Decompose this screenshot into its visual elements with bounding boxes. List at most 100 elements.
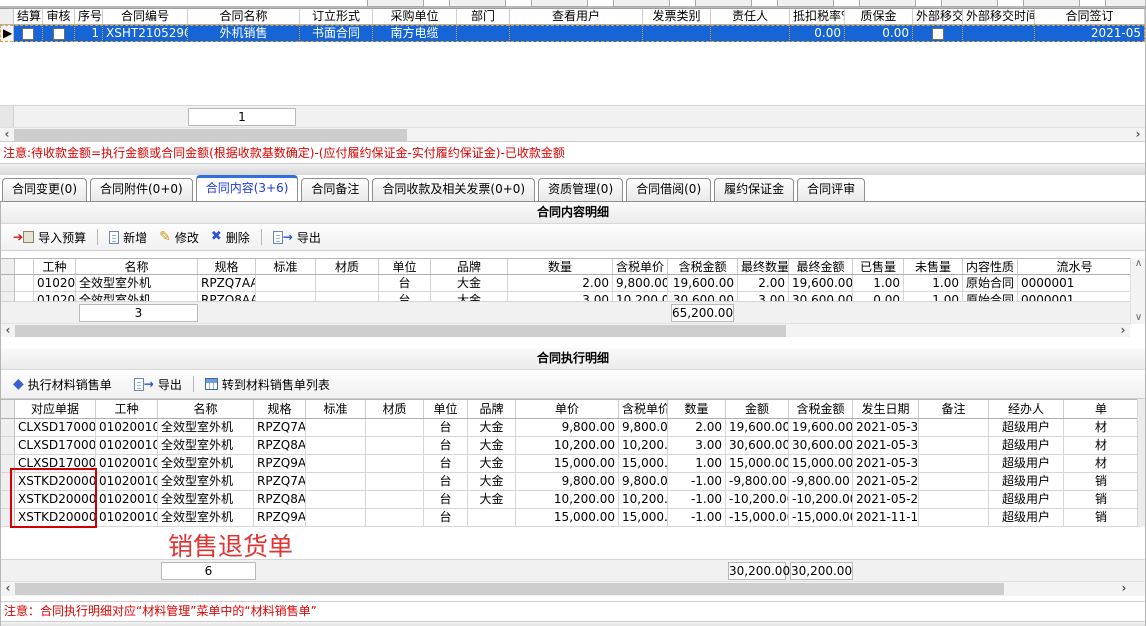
cell[interactable]: -9,800.00 <box>726 473 789 491</box>
cell-invoice-type[interactable] <box>643 25 711 42</box>
col-header[interactable]: 品牌 <box>468 400 516 418</box>
cell[interactable]: 10,200.00 <box>619 491 668 509</box>
cell[interactable]: 15,000.00 <box>516 509 619 527</box>
col-header[interactable]: 未售量 <box>904 259 963 274</box>
col-header[interactable]: 含税单价 <box>619 400 668 418</box>
cell[interactable]: 9,800.00 <box>613 275 668 292</box>
cell[interactable]: 19,600.00 <box>789 419 853 437</box>
cell[interactable]: 材 <box>1064 419 1139 437</box>
cell[interactable]: 台 <box>424 419 468 437</box>
col-header[interactable]: 外部移交 <box>913 9 963 24</box>
cell[interactable]: 大金 <box>468 473 516 491</box>
cell[interactable]: CLXSD170000010 <box>15 419 96 437</box>
scroll-thumb[interactable] <box>15 583 1004 595</box>
table-row[interactable]: CLXSD1700000100102001017全效型室外机RPZQ7AAY台大… <box>1 419 1145 437</box>
col-header[interactable]: 已售量 <box>853 259 904 274</box>
col-header[interactable]: 材质 <box>366 400 424 418</box>
cell-contract-name[interactable]: 外机销售 <box>188 25 300 42</box>
cell[interactable] <box>919 437 989 455</box>
cell[interactable] <box>919 419 989 437</box>
tab-contract-content[interactable]: 合同内容(3+6) <box>196 175 299 201</box>
col-header[interactable]: 经办人 <box>989 400 1064 418</box>
import-budget-button[interactable]: ➔ 导入预算 <box>7 227 92 248</box>
scroll-down-icon[interactable]: ∨ <box>1131 312 1146 324</box>
cell[interactable]: 大金 <box>468 437 516 455</box>
cell[interactable]: 全效型室外机 <box>158 437 254 455</box>
cell-viewer[interactable] <box>510 25 643 42</box>
col-header[interactable]: 最终金额 <box>789 259 853 274</box>
col-header[interactable]: 责任人 <box>711 9 790 24</box>
scroll-up-icon[interactable]: ∧ <box>1131 258 1146 270</box>
col-header[interactable]: 单价 <box>516 400 619 418</box>
cell[interactable]: RPZQ7AAY <box>254 419 306 437</box>
cell[interactable]: -1.00 <box>668 491 726 509</box>
cell[interactable]: 15,000.00 <box>516 455 619 473</box>
cell[interactable]: 1.00 <box>904 275 963 292</box>
cell[interactable]: 10,200.00 <box>619 437 668 455</box>
cell[interactable]: 材 <box>1064 455 1139 473</box>
col-header[interactable]: 单 <box>1064 400 1139 418</box>
col-header[interactable]: 流水号 <box>1018 259 1132 274</box>
cell[interactable] <box>316 275 379 292</box>
contract-h-scrollbar[interactable]: ‹ › <box>0 127 1145 141</box>
col-header[interactable]: 标准 <box>306 400 366 418</box>
cell[interactable]: 台 <box>379 275 431 292</box>
export-button[interactable]: → 导出 <box>267 227 327 248</box>
cell[interactable]: 9,800.00 <box>619 419 668 437</box>
col-header[interactable]: 名称 <box>76 259 198 274</box>
col-header[interactable]: 合同签订 <box>1035 9 1145 24</box>
tab-qualification[interactable]: 资质管理(0) <box>538 178 623 201</box>
col-header[interactable]: 合同名称 <box>188 9 300 24</box>
cell[interactable]: 台 <box>424 473 468 491</box>
cell[interactable] <box>366 473 424 491</box>
cell[interactable]: 15,000.00 <box>726 455 789 473</box>
cell[interactable]: 10,200.00 <box>613 292 668 301</box>
cell[interactable]: 0000001 <box>1018 292 1132 301</box>
cell[interactable]: 30,600.00 <box>789 437 853 455</box>
col-header[interactable]: 审核 <box>43 9 75 24</box>
settle-checkbox[interactable] <box>22 28 34 40</box>
col-header[interactable]: 发生日期 <box>853 400 919 418</box>
col-header[interactable]: 查看用户 <box>510 9 643 24</box>
cell[interactable]: 超级用户 <box>989 455 1064 473</box>
scroll-right-icon[interactable]: › <box>1116 324 1130 338</box>
cell-tax-deduct-rate[interactable]: 0.00 <box>790 25 845 42</box>
external-transfer-checkbox[interactable] <box>932 28 944 40</box>
cell[interactable]: RPZQ9AAY <box>254 455 306 473</box>
cell[interactable]: 19,600.00 <box>726 419 789 437</box>
edit-button[interactable]: ✎ 修改 <box>153 227 205 248</box>
cell[interactable]: -9,800.00 <box>789 473 853 491</box>
cell[interactable] <box>256 292 316 301</box>
cell-transfer-time[interactable] <box>963 25 1035 42</box>
scroll-thumb[interactable] <box>14 129 407 141</box>
cell[interactable]: 原始合同 <box>963 275 1018 292</box>
col-header[interactable]: 采购单位 <box>373 9 457 24</box>
tab-contract-borrow[interactable]: 合同借阅(0) <box>626 178 711 201</box>
cell[interactable] <box>366 455 424 473</box>
cell[interactable]: 大金 <box>431 275 508 292</box>
cell[interactable]: 0102001018 <box>96 437 158 455</box>
table-row[interactable]: XSTKD2000000030102001017全效型室外机RPZQ7AAY台大… <box>1 473 1145 491</box>
cell[interactable]: 3.00 <box>668 437 726 455</box>
execute-sale-order-button[interactable]: ◆ 执行材料销售单 <box>7 374 118 395</box>
cell[interactable]: 全效型室外机 <box>76 275 198 292</box>
cell[interactable]: RPZQ8AAY <box>254 437 306 455</box>
cell[interactable]: RPZQ9AAY <box>254 509 306 527</box>
cell[interactable]: 台 <box>379 292 431 301</box>
col-header[interactable]: 外部移交时间 <box>963 9 1035 24</box>
content-h-scrollbar[interactable]: ‹ › <box>1 323 1130 337</box>
cell[interactable]: 0102001019 <box>96 455 158 473</box>
table-row[interactable]: XSTKD2000000030102001018全效型室外机RPZQ8AAY台大… <box>1 491 1145 509</box>
col-header[interactable]: 订立形式 <box>300 9 373 24</box>
delete-button[interactable]: ✖ 删除 <box>205 227 256 248</box>
col-header[interactable]: 合同编号 <box>103 9 188 24</box>
content-v-scrollbar[interactable]: ∧ ∨ <box>1130 258 1145 324</box>
col-header[interactable]: 含税单价 <box>613 259 668 274</box>
cell-dept[interactable] <box>457 25 510 42</box>
cell[interactable] <box>306 509 366 527</box>
cell[interactable]: 2021-05-29 <box>853 491 919 509</box>
cell[interactable] <box>306 455 366 473</box>
cell[interactable]: 1.00 <box>668 455 726 473</box>
cell[interactable]: RPZQ8AAY <box>254 491 306 509</box>
col-header[interactable]: 规格 <box>198 259 256 274</box>
